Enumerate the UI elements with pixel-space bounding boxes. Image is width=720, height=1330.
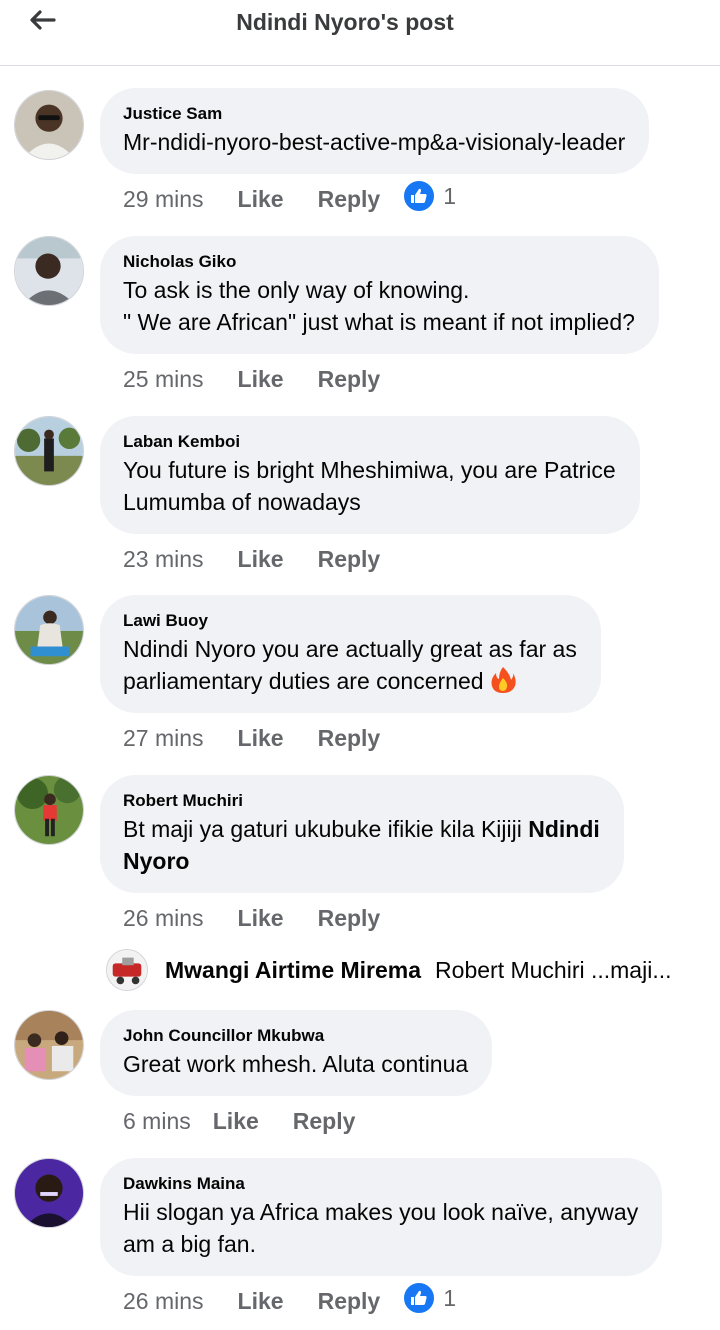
reaction-count: 1 xyxy=(443,182,457,209)
like-button[interactable]: Like xyxy=(213,1108,259,1135)
reply-thread-preview[interactable]: Mwangi Airtime Mirema Robert Muchiri ...… xyxy=(106,948,720,992)
comment-text: " We are African" just what is meant if … xyxy=(123,309,635,335)
comment-time[interactable]: 29 mins xyxy=(123,186,204,213)
thumbs-up-icon xyxy=(402,1281,437,1315)
comment-time[interactable]: 23 mins xyxy=(123,546,204,573)
reply-button[interactable]: Reply xyxy=(318,725,381,752)
page-title: Ndindi Nyoro's post xyxy=(236,9,454,35)
comment-text: Bt maji ya gaturi ukubuke ifikie kila Ki… xyxy=(123,816,529,842)
fire-emoji-icon xyxy=(491,667,516,693)
reply-button[interactable]: Reply xyxy=(318,546,381,573)
comment-text: To ask is the only way of knowing. xyxy=(123,277,470,303)
comment-bubble[interactable]: Nicholas Giko To ask is the only way of … xyxy=(100,236,659,354)
comment-actions: 6 mins Like Reply xyxy=(123,1104,355,1138)
avatar[interactable] xyxy=(14,90,84,160)
mention-link[interactable]: Ndindi xyxy=(528,816,600,842)
reply-button[interactable]: Reply xyxy=(318,905,381,932)
comment-text: Great work mhesh. Aluta continua xyxy=(123,1051,469,1077)
reply-button[interactable]: Reply xyxy=(318,186,381,213)
avatar[interactable] xyxy=(14,416,84,486)
comment-actions: 26 mins Like Reply 1 xyxy=(123,1281,456,1318)
comment-actions: 23 mins Like Reply xyxy=(123,542,380,576)
comment-bubble[interactable]: Lawi Buoy Ndindi Nyoro you are actually … xyxy=(100,595,601,713)
like-button[interactable]: Like xyxy=(238,366,284,393)
comment-time[interactable]: 26 mins xyxy=(123,1288,204,1315)
reaction-summary[interactable]: 1 xyxy=(402,1281,456,1315)
comment-author[interactable]: Dawkins Maina xyxy=(123,1174,638,1194)
like-button[interactable]: Like xyxy=(238,546,284,573)
comment-time[interactable]: 25 mins xyxy=(123,366,204,393)
comment-text-line: parliamentary duties are concerned xyxy=(123,665,577,697)
reply-preview-text: Robert Muchiri ...maji... xyxy=(435,956,672,983)
comment-text: am a big fan. xyxy=(123,1231,256,1257)
comment-actions: 26 mins Like Reply xyxy=(123,901,380,935)
comment-actions: 25 mins Like Reply xyxy=(123,362,380,396)
avatar[interactable] xyxy=(14,1158,84,1228)
comment-text: Mr-ndidi-nyoro-best-active-mp&a-visional… xyxy=(123,129,626,155)
like-button[interactable]: Like xyxy=(238,905,284,932)
comment-bubble[interactable]: John Councillor Mkubwa Great work mhesh.… xyxy=(100,1010,493,1096)
reaction-count: 1 xyxy=(443,1284,457,1311)
reply-author[interactable]: Mwangi Airtime Mirema xyxy=(165,957,421,984)
thumbs-up-icon xyxy=(402,179,437,213)
comment-text: Ndindi Nyoro you are actually great as f… xyxy=(123,636,577,662)
comment-time[interactable]: 27 mins xyxy=(123,725,204,752)
avatar[interactable] xyxy=(14,775,84,845)
comment-author[interactable]: Lawi Buoy xyxy=(123,611,577,631)
post-header: Ndindi Nyoro's post xyxy=(0,0,720,66)
comment-text: Hii slogan ya Africa makes you look naïv… xyxy=(123,1199,639,1225)
comment-bubble[interactable]: Dawkins Maina Hii slogan ya Africa makes… xyxy=(100,1158,663,1276)
comment-author[interactable]: Laban Kemboi xyxy=(123,432,616,452)
avatar[interactable] xyxy=(106,949,148,991)
avatar[interactable] xyxy=(14,595,84,665)
comment-author[interactable]: Robert Muchiri xyxy=(123,791,600,811)
comment-author[interactable]: Nicholas Giko xyxy=(123,252,635,272)
comment-text-line: Bt maji ya gaturi ukubuke ifikie kila Ki… xyxy=(123,813,600,845)
comment-bubble[interactable]: Laban Kemboi You future is bright Mheshi… xyxy=(100,416,640,534)
comment-text: You future is bright Mheshimiwa, you are… xyxy=(123,457,616,483)
comment-actions: 29 mins Like Reply 1 xyxy=(123,179,456,216)
avatar[interactable] xyxy=(14,1010,84,1080)
like-button[interactable]: Like xyxy=(238,186,284,213)
comment-text-line: Nyoro xyxy=(123,845,600,877)
comment-author[interactable]: Justice Sam xyxy=(123,104,625,124)
mention-link[interactable]: Nyoro xyxy=(123,848,189,874)
comment-actions: 27 mins Like Reply xyxy=(123,721,380,755)
comment-time[interactable]: 6 mins xyxy=(123,1108,191,1135)
reply-button[interactable]: Reply xyxy=(293,1108,356,1135)
comment-author[interactable]: John Councillor Mkubwa xyxy=(123,1026,468,1046)
like-button[interactable]: Like xyxy=(238,1288,284,1315)
comment-bubble[interactable]: Justice Sam Mr-ndidi-nyoro-best-active-m… xyxy=(100,88,650,174)
comment-text: parliamentary duties are concerned xyxy=(123,668,484,694)
comment-text: Lumumba of nowadays xyxy=(123,489,361,515)
comment-time[interactable]: 26 mins xyxy=(123,905,204,932)
like-button[interactable]: Like xyxy=(238,725,284,752)
reaction-summary[interactable]: 1 xyxy=(402,179,456,213)
reply-button[interactable]: Reply xyxy=(318,1288,381,1315)
comment-bubble[interactable]: Robert Muchiri Bt maji ya gaturi ukubuke… xyxy=(100,775,624,893)
avatar[interactable] xyxy=(14,236,84,306)
reply-button[interactable]: Reply xyxy=(318,366,381,393)
